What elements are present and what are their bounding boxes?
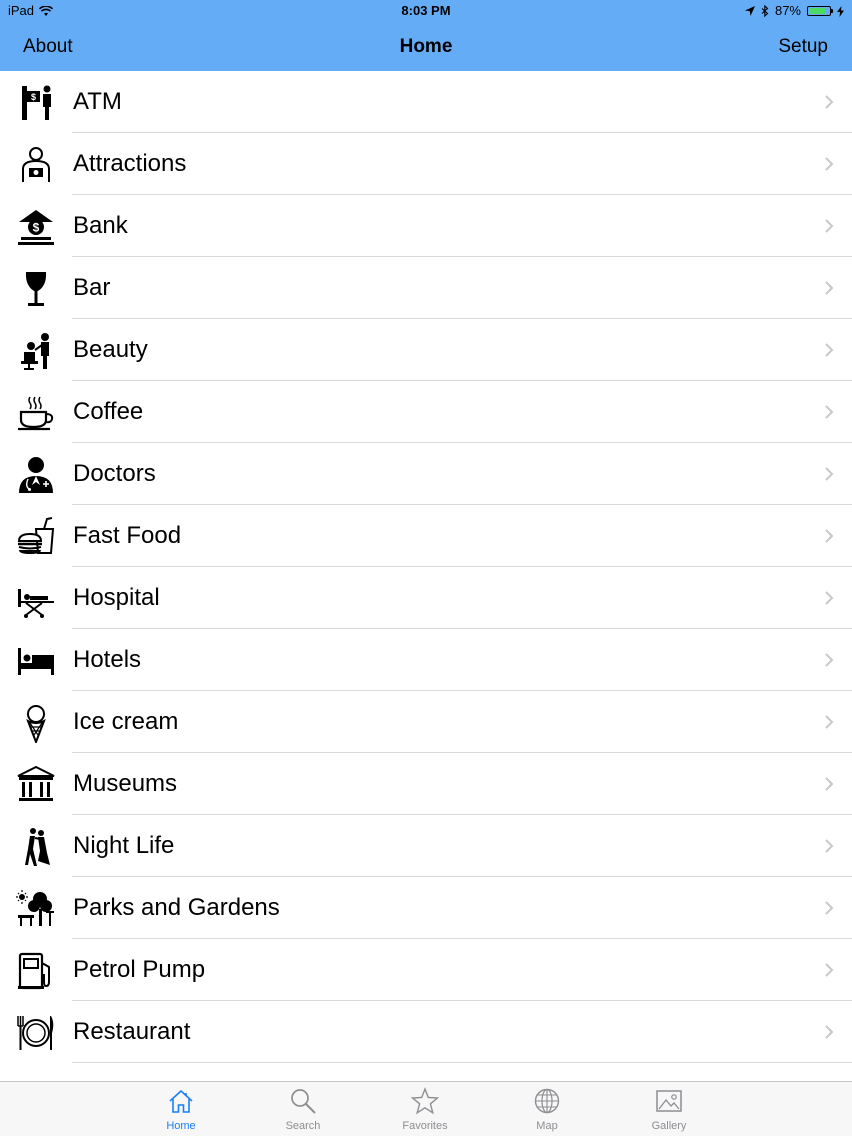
chevron-right-icon <box>825 467 834 481</box>
category-list: $ ATM Attractions $ Bank Bar Beauty Coffee Docto… <box>0 71 852 1081</box>
coffee-cup-icon <box>18 396 54 431</box>
list-item-atm[interactable]: $ ATM <box>0 71 852 133</box>
tab-label: Gallery <box>651 1120 687 1132</box>
svg-text:$: $ <box>31 92 36 102</box>
tab-label: Home <box>166 1120 196 1132</box>
photographer-icon <box>22 147 50 182</box>
atm-icon: $ <box>22 85 51 120</box>
globe-icon <box>534 1088 560 1114</box>
battery-level <box>809 8 827 14</box>
svg-text:$: $ <box>33 221 40 235</box>
list-item-label: Parks and Gardens <box>73 894 280 921</box>
list-item-label: Ice cream <box>73 708 179 735</box>
list-item-parks-and-gardens[interactable]: Parks and Gardens <box>0 877 852 939</box>
battery-percent: 87% <box>774 3 801 18</box>
list-item-label: Night Life <box>73 832 175 859</box>
list-item-ice-cream[interactable]: Ice cream <box>0 691 852 753</box>
home-icon <box>169 1089 193 1113</box>
list-item-hospital[interactable]: Hospital <box>0 567 852 629</box>
about-button[interactable]: About <box>23 22 73 71</box>
list-item-label: Beauty <box>73 336 148 363</box>
tab-home[interactable]: Home <box>136 1082 226 1137</box>
location-arrow-icon <box>744 6 755 16</box>
plate-cutlery-icon <box>17 1016 54 1050</box>
list-item-attractions[interactable]: Attractions <box>0 133 852 195</box>
page-title: Home <box>399 36 453 57</box>
list-item-bank[interactable]: $ Bank <box>0 195 852 257</box>
list-item-restaurant[interactable]: Restaurant <box>0 1001 852 1063</box>
chevron-right-icon <box>825 963 834 977</box>
list-item-fast-food[interactable]: Fast Food <box>0 505 852 567</box>
list-item-label: Attractions <box>73 150 187 177</box>
chevron-right-icon <box>825 901 834 915</box>
tab-label: Favorites <box>402 1120 448 1132</box>
list-item-coffee[interactable]: Coffee <box>0 381 852 443</box>
list-item-label: Bar <box>73 274 111 301</box>
list-item-museums[interactable]: Museums <box>0 753 852 815</box>
chevron-right-icon <box>825 281 834 295</box>
chevron-right-icon <box>825 777 834 791</box>
hospital-bed-icon <box>18 589 54 618</box>
bed-icon <box>18 648 54 675</box>
burger-drink-icon <box>17 517 55 554</box>
bank-icon: $ <box>18 210 54 245</box>
charging-bolt-icon <box>837 5 844 17</box>
chevron-right-icon <box>825 1025 834 1039</box>
list-item-doctors[interactable]: Doctors <box>0 443 852 505</box>
list-item-label: Fast Food <box>73 522 182 549</box>
list-item-label: Restaurant <box>73 1018 191 1045</box>
list-item-night-life[interactable]: Night Life <box>0 815 852 877</box>
list-item-label: ATM <box>73 88 122 115</box>
gallery-icon <box>656 1090 682 1112</box>
wine-glass-icon <box>25 272 47 306</box>
chevron-right-icon <box>825 529 834 543</box>
battery-icon <box>807 6 833 16</box>
tab-label: Search <box>285 1120 321 1132</box>
list-item-label: Doctors <box>73 460 156 487</box>
setup-button[interactable]: Setup <box>778 22 828 71</box>
status-bar: iPad 8:03 PM 87% <box>0 0 852 22</box>
list-item-bar[interactable]: Bar <box>0 257 852 319</box>
list-item-label: Hospital <box>73 584 160 611</box>
clock: 8:03 PM <box>401 3 451 18</box>
chevron-right-icon <box>825 591 834 605</box>
list-item-label: Bank <box>73 212 128 239</box>
search-icon <box>291 1089 316 1114</box>
list-item-petrol-pump[interactable]: Petrol Pump <box>0 939 852 1001</box>
tab-map[interactable]: Map <box>502 1082 592 1137</box>
tab-favorites[interactable]: Favorites <box>380 1082 470 1137</box>
list-item-beauty[interactable]: Beauty <box>0 319 852 381</box>
tab-search[interactable]: Search <box>258 1082 348 1137</box>
chevron-right-icon <box>825 157 834 171</box>
chevron-right-icon <box>825 839 834 853</box>
chevron-right-icon <box>825 343 834 357</box>
top-bar: iPad 8:03 PM 87% About Home Setup <box>0 0 852 71</box>
tab-gallery[interactable]: Gallery <box>624 1082 714 1137</box>
row-separator <box>72 1062 852 1063</box>
doctor-icon <box>19 457 53 493</box>
list-item-label: Petrol Pump <box>73 956 206 983</box>
chevron-right-icon <box>825 653 834 667</box>
chevron-right-icon <box>825 95 834 109</box>
park-icon <box>16 890 54 926</box>
chevron-right-icon <box>825 219 834 233</box>
star-icon <box>411 1087 439 1115</box>
chevron-right-icon <box>825 405 834 419</box>
list-item-label: Museums <box>73 770 178 797</box>
ice-cream-icon <box>26 705 46 743</box>
fuel-pump-icon <box>18 952 50 990</box>
tab-label: Map <box>536 1120 558 1132</box>
tab-bar: Home Search Favorites Map Gallery <box>0 1081 852 1136</box>
chevron-right-icon <box>825 715 834 729</box>
salon-icon <box>21 333 49 370</box>
list-item-hotels[interactable]: Hotels <box>0 629 852 691</box>
list-item-label: Coffee <box>73 398 144 425</box>
navigation-bar: About Home Setup <box>0 22 852 71</box>
list-item-label: Hotels <box>73 646 142 673</box>
museum-icon <box>17 765 55 801</box>
dancing-couple-icon <box>25 828 50 866</box>
bluetooth-icon <box>761 5 769 17</box>
